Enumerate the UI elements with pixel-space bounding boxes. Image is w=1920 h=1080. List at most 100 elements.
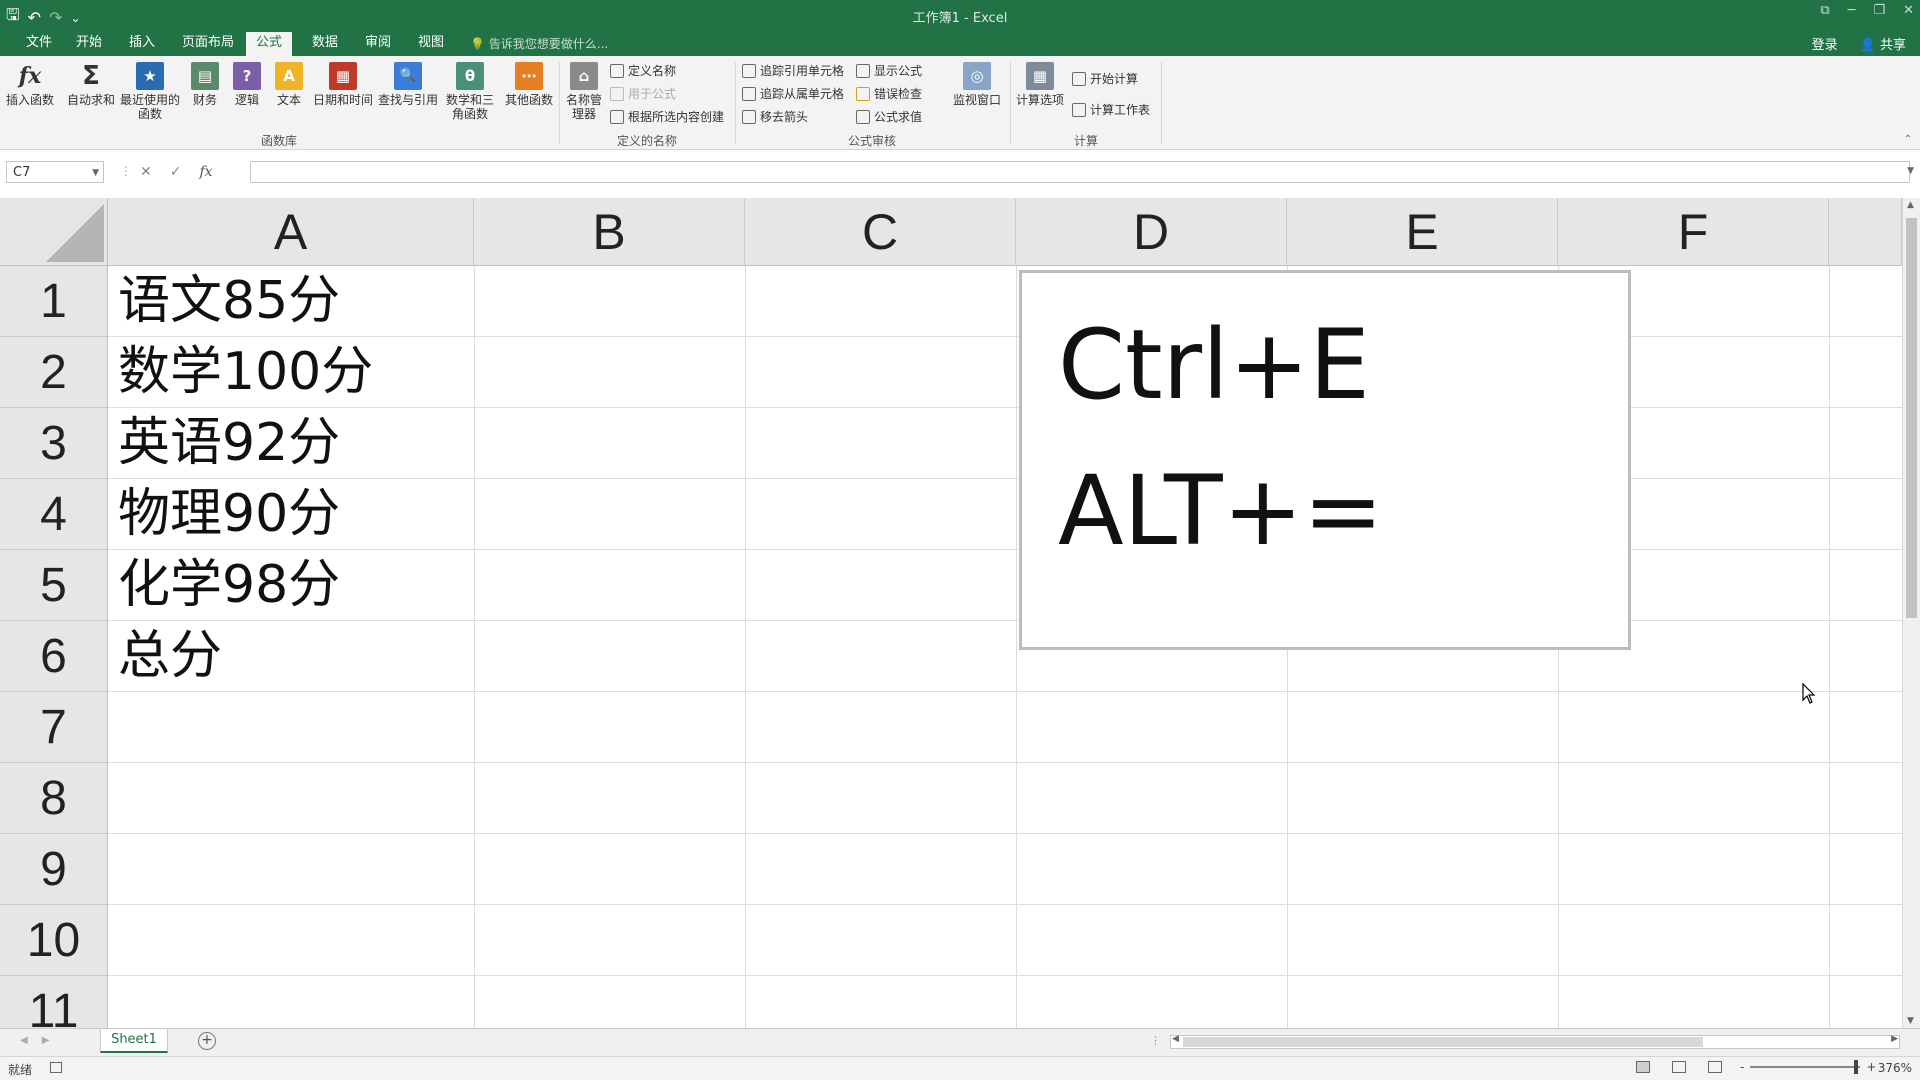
tab-file[interactable]: 文件 — [16, 34, 62, 56]
normal-view-icon[interactable] — [1636, 1061, 1650, 1073]
expand-formula-bar-icon[interactable]: ▼ — [1907, 166, 1914, 176]
tab-home[interactable]: 开始 — [66, 34, 112, 56]
row-header-11[interactable]: 11 — [0, 976, 108, 1028]
vertical-scroll-thumb[interactable] — [1906, 218, 1917, 618]
shortcut-text-box[interactable]: Ctrl+E ALT+= — [1019, 270, 1631, 650]
login-link[interactable]: 登录 — [1812, 34, 1838, 53]
enter-icon[interactable]: ✓ — [170, 164, 182, 180]
tab-page-layout[interactable]: 页面布局 — [172, 34, 244, 56]
cell-a3[interactable]: 英语92分 — [118, 408, 340, 479]
zoom-knob[interactable] — [1854, 1060, 1859, 1074]
calculation-options-button[interactable]: ▦ 计算选项 — [1014, 62, 1066, 107]
column-header-a[interactable]: A — [108, 198, 474, 266]
scroll-up-icon[interactable]: ▲ — [1907, 200, 1914, 210]
tab-insert[interactable]: 插入 — [119, 34, 165, 56]
name-manager-button[interactable]: ⌂ 名称管理器 — [564, 62, 604, 121]
insert-function-button[interactable]: fx 插入函数 — [4, 62, 56, 107]
page-layout-view-icon[interactable] — [1672, 1061, 1686, 1073]
vertical-scrollbar[interactable]: ▲ ▼ — [1902, 198, 1920, 1028]
add-sheet-icon[interactable]: + — [198, 1032, 216, 1050]
scroll-right-icon[interactable]: ▶ — [1891, 1034, 1898, 1044]
cell-a2[interactable]: 数学100分 — [118, 337, 373, 408]
cell-a6[interactable]: 总分 — [118, 621, 222, 692]
minimize-icon[interactable]: ─ — [1848, 3, 1856, 18]
calculate-now-button[interactable]: 开始计算 — [1072, 70, 1138, 87]
column-header-c[interactable]: C — [745, 198, 1016, 266]
row-header-3[interactable]: 3 — [0, 408, 108, 479]
row-header-6[interactable]: 6 — [0, 621, 108, 692]
scroll-left-icon[interactable]: ◀ — [1172, 1034, 1179, 1044]
evaluate-formula-label: 公式求值 — [874, 110, 923, 124]
math-trig-button[interactable]: θ 数学和三角函数 — [442, 62, 498, 121]
cell-a1[interactable]: 语文85分 — [118, 266, 340, 337]
column-header-g[interactable] — [1829, 198, 1902, 266]
tab-review[interactable]: 审阅 — [355, 34, 401, 56]
worksheet-grid[interactable]: A B C D E F 1 2 3 4 5 6 7 8 9 10 11 语文85… — [0, 198, 1902, 1028]
cancel-icon[interactable]: ✕ — [140, 164, 152, 180]
chevron-down-icon[interactable]: ▼ — [92, 162, 99, 184]
autosum-button[interactable]: Σ 自动求和 — [64, 62, 118, 107]
insert-function-icon[interactable]: fx — [199, 164, 212, 180]
lookup-reference-button[interactable]: 🔍 查找与引用 — [376, 62, 440, 107]
evaluate-formula-button[interactable]: 公式求值 — [856, 108, 922, 125]
select-all-button[interactable] — [0, 198, 108, 266]
date-time-button[interactable]: ▦ 日期和时间 — [312, 62, 374, 107]
horizontal-scrollbar[interactable]: ◀ ▶ — [1170, 1034, 1900, 1049]
zoom-percentage[interactable]: 376% — [1878, 1061, 1912, 1075]
create-from-selection-button[interactable]: 根据所选内容创建 — [610, 108, 724, 125]
define-name-button[interactable]: 定义名称 — [610, 62, 676, 79]
logical-button[interactable]: ? 逻辑 — [230, 62, 264, 107]
remove-arrows-button[interactable]: 移去箭头 — [742, 108, 808, 125]
horizontal-scroll-thumb[interactable] — [1183, 1037, 1703, 1047]
trace-precedents-button[interactable]: 追踪引用单元格 — [742, 62, 844, 79]
row-header-9[interactable]: 9 — [0, 834, 108, 905]
tab-formulas[interactable]: 公式 — [246, 32, 293, 56]
more-functions-button[interactable]: ⋯ 其他函数 — [502, 62, 556, 107]
tell-me-box[interactable]: 💡 告诉我您想要做什么... — [470, 35, 608, 52]
view-buttons — [1636, 1061, 1722, 1073]
row-header-8[interactable]: 8 — [0, 763, 108, 834]
watch-window-button[interactable]: ◎ 监视窗口 — [950, 62, 1004, 107]
macro-record-icon[interactable] — [50, 1062, 62, 1073]
tab-data[interactable]: 数据 — [302, 34, 348, 56]
financial-button[interactable]: ▤ 财务 — [188, 62, 222, 107]
ribbon-display-options-icon[interactable]: ⧉ — [1820, 3, 1829, 18]
column-header-b[interactable]: B — [474, 198, 745, 266]
trace-dependents-button[interactable]: 追踪从属单元格 — [742, 85, 844, 102]
zoom-out-icon[interactable]: - — [1740, 1060, 1744, 1074]
column-header-f[interactable]: F — [1558, 198, 1829, 266]
text-button[interactable]: A 文本 — [272, 62, 306, 107]
splitter-grip-icon[interactable]: ⋮ — [1150, 1034, 1161, 1047]
collapse-ribbon-icon[interactable]: ⌃ — [1904, 134, 1912, 145]
row-header-4[interactable]: 4 — [0, 479, 108, 550]
use-in-formula-button[interactable]: 用于公式 — [610, 85, 676, 102]
row-header-5[interactable]: 5 — [0, 550, 108, 621]
window-title: 工作簿1 - Excel — [912, 11, 1008, 26]
row-header-7[interactable]: 7 — [0, 692, 108, 763]
page-break-view-icon[interactable] — [1708, 1061, 1722, 1073]
cell-a5[interactable]: 化学98分 — [118, 550, 340, 621]
name-box[interactable]: C7 ▼ — [6, 161, 104, 183]
show-formulas-button[interactable]: 显示公式 — [856, 62, 922, 79]
formula-input[interactable] — [250, 161, 1910, 183]
close-icon[interactable]: ✕ — [1903, 3, 1914, 18]
sheet-tab-sheet1[interactable]: Sheet1 — [100, 1029, 168, 1053]
zoom-in-icon[interactable]: + — [1866, 1060, 1876, 1074]
column-header-d[interactable]: D — [1016, 198, 1287, 266]
create-from-selection-icon — [610, 109, 624, 124]
share-button[interactable]: 👤 共享 — [1860, 34, 1906, 53]
maximize-icon[interactable]: ❐ — [1873, 3, 1885, 18]
row-header-2[interactable]: 2 — [0, 337, 108, 408]
column-header-e[interactable]: E — [1287, 198, 1558, 266]
zoom-track[interactable] — [1750, 1060, 1861, 1074]
zoom-slider[interactable]: - + — [1740, 1060, 1876, 1074]
calculate-sheet-button[interactable]: 计算工作表 — [1072, 101, 1150, 118]
recently-used-button[interactable]: ★ 最近使用的函数 — [120, 62, 180, 121]
cell-a4[interactable]: 物理90分 — [118, 479, 340, 550]
tab-view[interactable]: 视图 — [408, 34, 454, 56]
row-header-10[interactable]: 10 — [0, 905, 108, 976]
row-header-1[interactable]: 1 — [0, 266, 108, 337]
sheet-nav-arrows-icon[interactable]: ◀▶ — [20, 1035, 63, 1046]
error-checking-button[interactable]: 错误检查 — [856, 85, 922, 102]
scroll-down-icon[interactable]: ▼ — [1907, 1016, 1914, 1026]
